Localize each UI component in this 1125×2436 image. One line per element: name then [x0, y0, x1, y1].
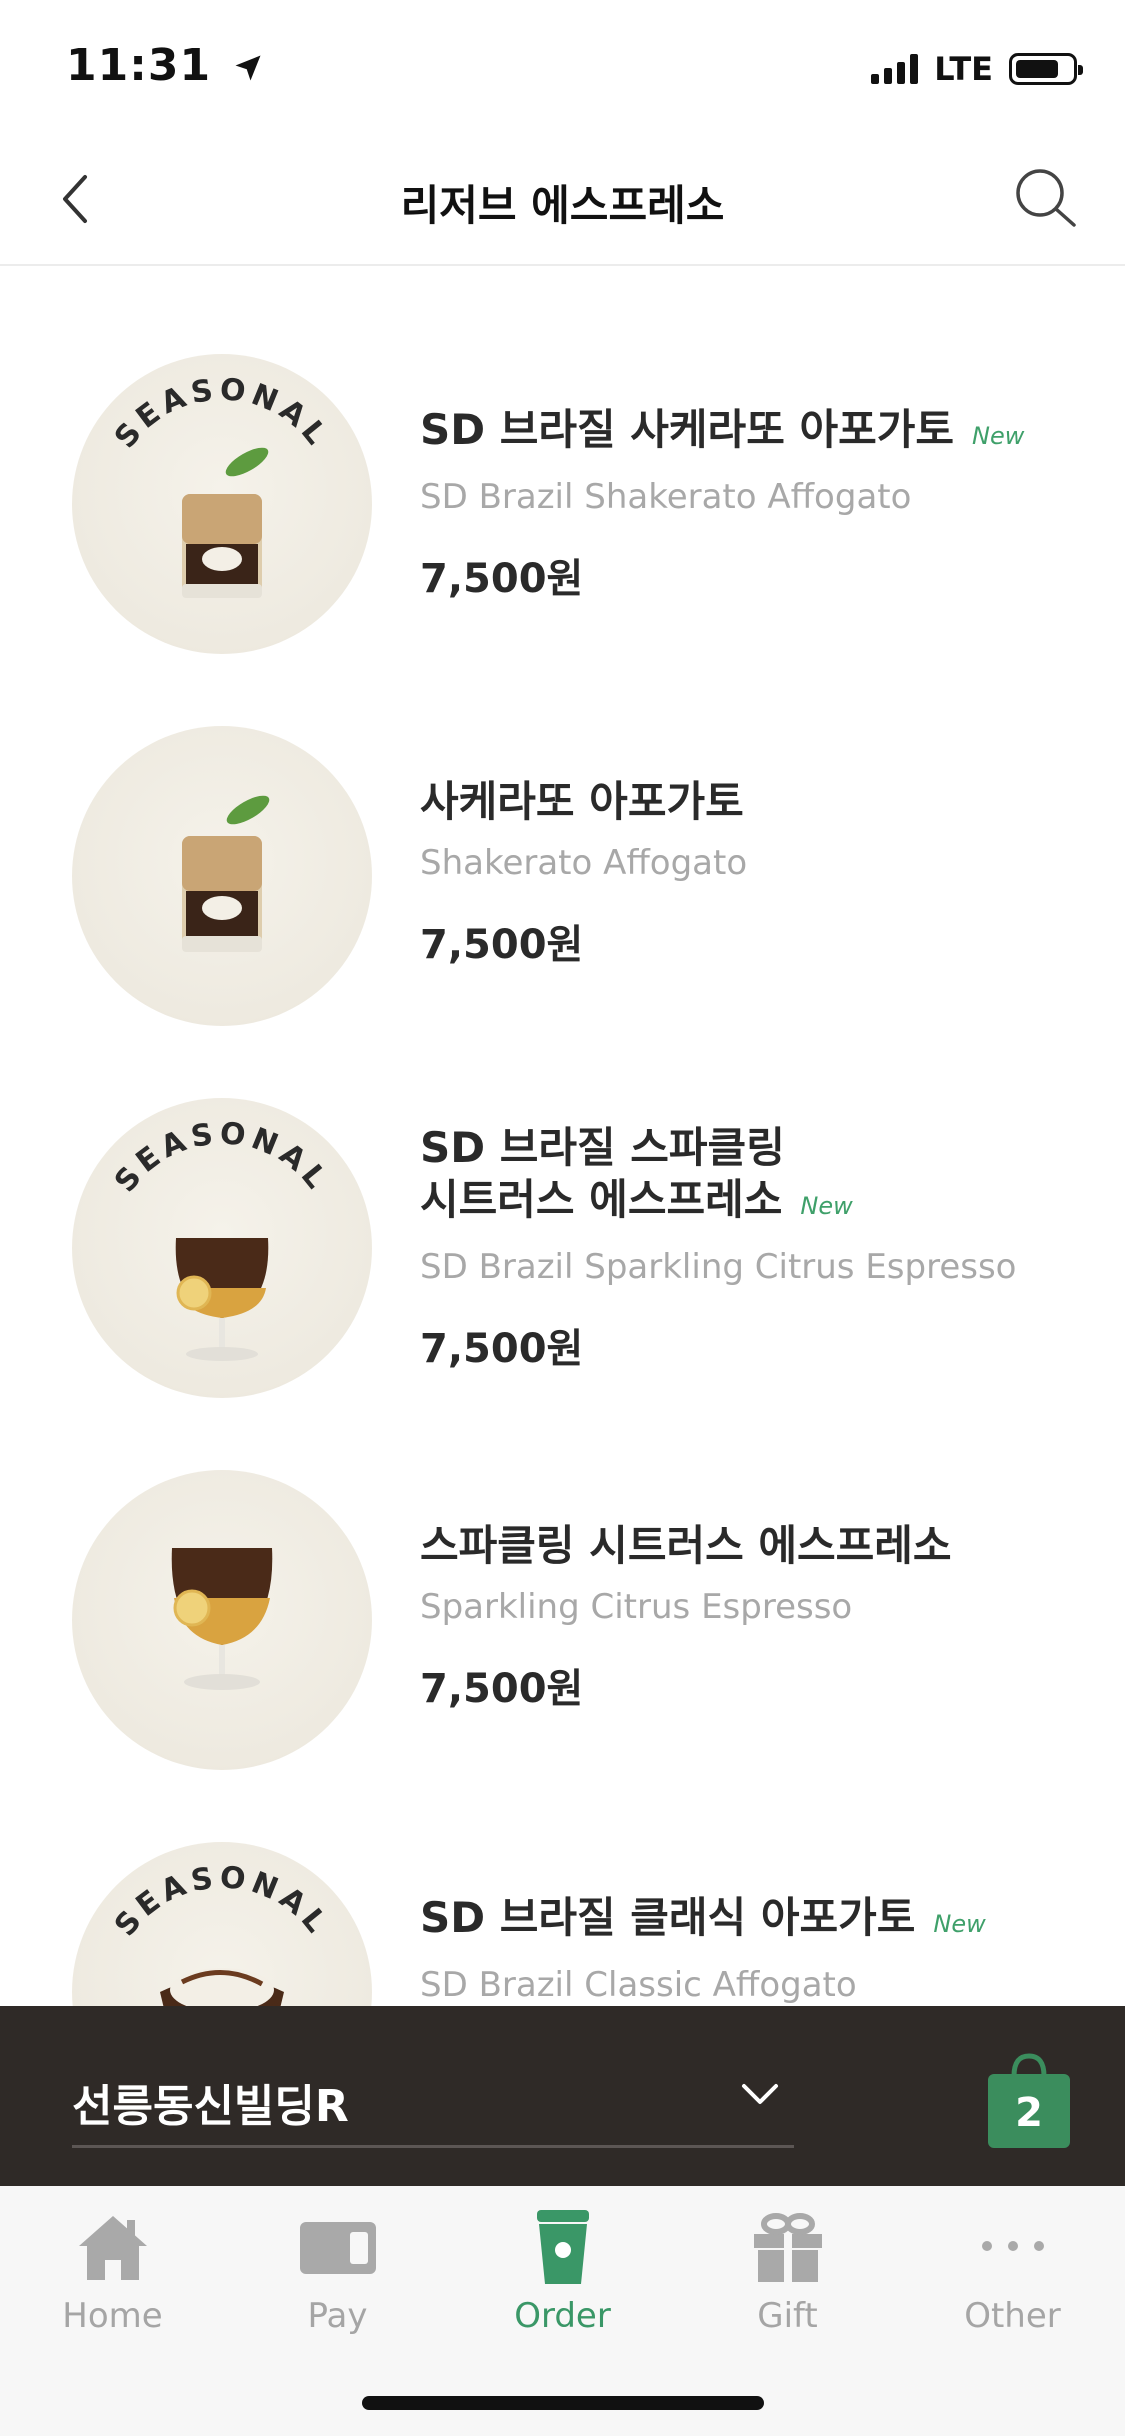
product-price: 7,500원 [420, 1326, 584, 1372]
cart-count: 2 [1015, 2090, 1043, 2136]
status-indicators: LTE [871, 50, 1083, 88]
tab-label: Other [964, 2296, 1061, 2336]
product-info: SD 브라질 클래식 아포가토 New SD Brazil Classic Aff… [420, 1892, 986, 2006]
status-time: 11:31 [66, 40, 263, 91]
product-price: 7,500원 [420, 922, 584, 968]
product-info: 스파클링 시트러스 에스프레소 Sparkling Citrus Espress… [420, 1520, 952, 1714]
more-icon [981, 2241, 1044, 2251]
product-price: 7,500원 [420, 1666, 584, 1712]
store-selector[interactable]: 선릉동신빌딩R [72, 2062, 794, 2148]
tab-order[interactable]: Order [450, 2206, 675, 2346]
product-item[interactable]: SEASONAL SD 브라질 클래식 아포가토 New SD Brazil Cl… [0, 1756, 1125, 2006]
location-arrow-icon [235, 55, 261, 81]
product-image [72, 726, 372, 1026]
product-name-ko: 사케라또 아포가토 [420, 777, 744, 826]
status-bar: 11:31 LTE [0, 0, 1125, 134]
cup-icon [536, 2210, 589, 2284]
tab-other[interactable]: Other [900, 2206, 1125, 2346]
tab-label: Home [62, 2296, 163, 2336]
signal-icon [871, 54, 919, 84]
battery-icon [1009, 53, 1083, 85]
product-name-en: Sparkling Citrus Espresso [420, 1587, 853, 1627]
product-price: 7,500원 [420, 556, 584, 602]
store-bar: 선릉동신빌딩R 2 [0, 2006, 1125, 2186]
product-name-ko: 스파클링 시트러스 에스프레소 [420, 1521, 952, 1570]
tab-home[interactable]: Home [0, 2206, 225, 2346]
search-icon [1016, 169, 1076, 227]
product-image [72, 1470, 372, 1770]
product-name-en: SD Brazil Sparkling Citrus Espresso [420, 1247, 1017, 1287]
product-info: SD 브라질 사케라또 아포가토 New SD Brazil Shakerato … [420, 404, 1024, 604]
product-item[interactable]: 스파클링 시트러스 에스프레소 Sparkling Citrus Espress… [0, 1384, 1125, 1770]
cart-button[interactable]: 2 [986, 2050, 1072, 2150]
product-item[interactable]: SEASONAL SD 브라질 스파클링 시트러스 에스프레소 New SD Br… [0, 1012, 1125, 1398]
product-item[interactable]: SEASONAL SD 브라질 사케라또 아포가토 New SD Brazil S… [0, 268, 1125, 654]
product-name-en: SD Brazil Shakerato Affogato [420, 477, 912, 517]
product-name-ko: SD 브라질 사케라또 아포가토 New [420, 405, 1025, 454]
product-name-ko-line2: 시트러스 에스프레소 New [420, 1175, 853, 1224]
new-badge: New [933, 1910, 986, 1938]
product-image: SEASONAL [72, 1098, 372, 1398]
network-label: LTE [934, 50, 993, 88]
new-badge: New [800, 1192, 853, 1220]
home-icon [78, 2216, 147, 2280]
product-info: 사케라또 아포가토 Shakerato Affogato 7,500원 [420, 776, 747, 970]
product-list: SEASONAL SD 브라질 사케라또 아포가토 New SD Brazil S… [0, 268, 1125, 2006]
product-name-ko: SD 브라질 스파클링 [420, 1123, 785, 1172]
header: 리저브 에스프레소 [0, 134, 1125, 266]
chevron-down-icon [742, 2084, 778, 2104]
tab-gift[interactable]: Gift [675, 2206, 900, 2346]
product-name-en: Shakerato Affogato [420, 843, 748, 883]
home-indicator[interactable] [362, 2396, 764, 2410]
tab-label: Order [514, 2296, 611, 2336]
store-name: 선릉동신빌딩R [72, 2081, 349, 2132]
time-text: 11:31 [66, 40, 212, 91]
gift-icon [753, 2213, 822, 2282]
card-icon [299, 2222, 376, 2274]
page-title: 리저브 에스프레소 [400, 181, 725, 230]
product-item[interactable]: 사케라또 아포가토 Shakerato Affogato 7,500원 [0, 640, 1125, 1026]
product-image: SEASONAL [72, 354, 372, 654]
tab-label: Pay [307, 2296, 368, 2336]
product-info: SD 브라질 스파클링 시트러스 에스프레소 New SD Brazil Spar… [420, 1122, 1016, 1374]
tab-label: Gift [757, 2296, 818, 2336]
seasonal-label: SEASONAL [108, 372, 336, 455]
seasonal-label: SEASONAL [108, 1860, 336, 1943]
seasonal-label: SEASONAL [108, 1116, 336, 1199]
product-name-ko: SD 브라질 클래식 아포가토 New [420, 1893, 986, 1942]
product-name-en: SD Brazil Classic Affogato [420, 1965, 857, 2005]
tab-pay[interactable]: Pay [225, 2206, 450, 2346]
new-badge: New [972, 422, 1025, 450]
search-button[interactable] [1005, 158, 1085, 238]
product-image: SEASONAL [72, 1842, 372, 2006]
